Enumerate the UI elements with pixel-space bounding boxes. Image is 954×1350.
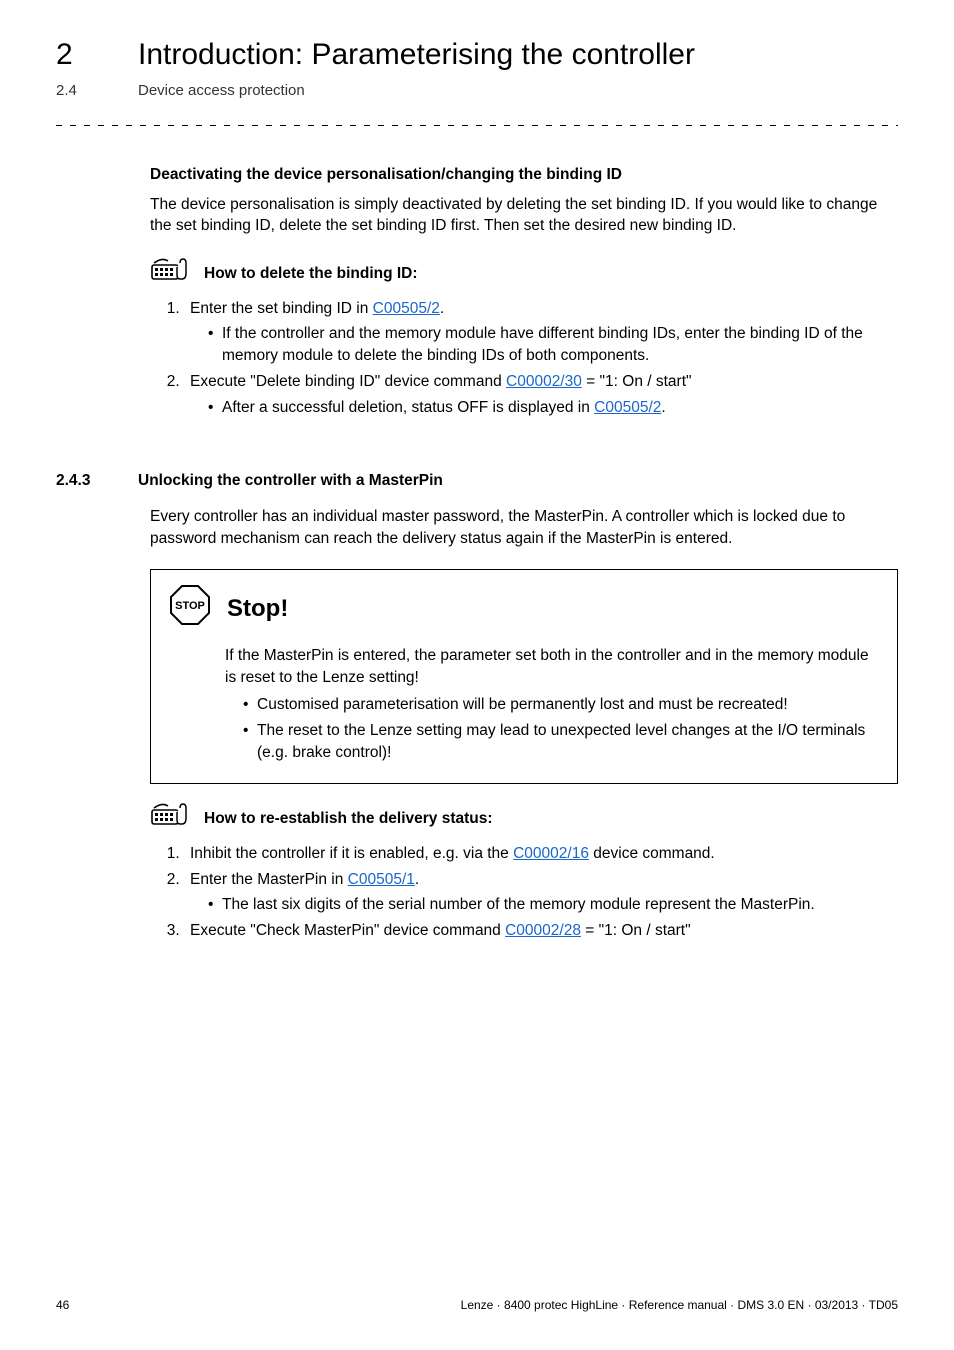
link-c00505-1[interactable]: C00505/1 xyxy=(348,871,415,888)
delete-step-2-bullet: After a successful deletion, status OFF … xyxy=(208,397,898,419)
delete-step-1-bullet: If the controller and the memory module … xyxy=(208,323,898,366)
reestablish-step-2: Enter the MasterPin in C00505/1. The las… xyxy=(184,869,898,916)
section-title: Device access protection xyxy=(138,80,305,101)
text: Execute "Delete binding ID" device comma… xyxy=(190,373,506,390)
para-masterpin: Every controller has an individual maste… xyxy=(150,506,898,549)
delete-step-1: Enter the set binding ID in C00505/2. If… xyxy=(184,298,898,367)
howto-delete-label: How to delete the binding ID: xyxy=(204,263,418,285)
reestablish-steps-list: Inhibit the controller if it is enabled,… xyxy=(150,843,898,942)
page-number: 46 xyxy=(56,1297,69,1314)
text: Enter the MasterPin in xyxy=(190,871,348,888)
link-c00002-30[interactable]: C00002/30 xyxy=(506,373,582,390)
divider-dashes xyxy=(56,125,898,126)
reestablish-step-3: Execute "Check MasterPin" device command… xyxy=(184,920,898,942)
text: After a successful deletion, status OFF … xyxy=(222,399,594,416)
stop-title: Stop! xyxy=(227,592,288,626)
stop-bullet-1: Customised parameterisation will be perm… xyxy=(243,694,879,716)
link-c00505-2-b[interactable]: C00505/2 xyxy=(594,399,661,416)
para-deactivating: The device personalisation is simply dea… xyxy=(150,194,898,237)
text: device command. xyxy=(589,845,715,862)
link-c00002-16[interactable]: C00002/16 xyxy=(513,845,589,862)
stop-bullet-2: The reset to the Lenze setting may lead … xyxy=(243,720,879,763)
text: . xyxy=(415,871,419,888)
stop-para: If the MasterPin is entered, the paramet… xyxy=(225,645,879,688)
text: Enter the set binding ID in xyxy=(190,300,373,317)
reestablish-step-2-bullet: The last six digits of the serial number… xyxy=(208,894,898,916)
text: = "1: On / start" xyxy=(582,373,692,390)
footer-text: Lenze · 8400 protec HighLine · Reference… xyxy=(461,1297,898,1314)
heading-deactivating: Deactivating the device personalisation/… xyxy=(150,164,898,186)
subsection-number: 2.4.3 xyxy=(56,470,94,492)
text: Execute "Check MasterPin" device command xyxy=(190,922,505,939)
link-c00002-28[interactable]: C00002/28 xyxy=(505,922,581,939)
chapter-title: Introduction: Parameterising the control… xyxy=(138,34,695,76)
section-number: 2.4 xyxy=(56,80,94,101)
chapter-number: 2 xyxy=(56,34,94,76)
delete-step-2: Execute "Delete binding ID" device comma… xyxy=(184,371,898,418)
keyboard-hand-icon xyxy=(150,255,190,292)
link-c00505-2[interactable]: C00505/2 xyxy=(373,300,440,317)
delete-steps-list: Enter the set binding ID in C00505/2. If… xyxy=(150,298,898,418)
text: . xyxy=(661,399,665,416)
stop-icon: STOP xyxy=(169,584,211,633)
reestablish-step-1: Inhibit the controller if it is enabled,… xyxy=(184,843,898,865)
howto-reestablish-label: How to re-establish the delivery status: xyxy=(204,808,493,830)
text: . xyxy=(440,300,444,317)
stop-box: STOP Stop! If the MasterPin is entered, … xyxy=(150,569,898,784)
keyboard-hand-icon xyxy=(150,800,190,837)
text: = "1: On / start" xyxy=(581,922,691,939)
subsection-title: Unlocking the controller with a MasterPi… xyxy=(138,470,443,492)
text: Inhibit the controller if it is enabled,… xyxy=(190,845,513,862)
svg-text:STOP: STOP xyxy=(175,600,205,612)
